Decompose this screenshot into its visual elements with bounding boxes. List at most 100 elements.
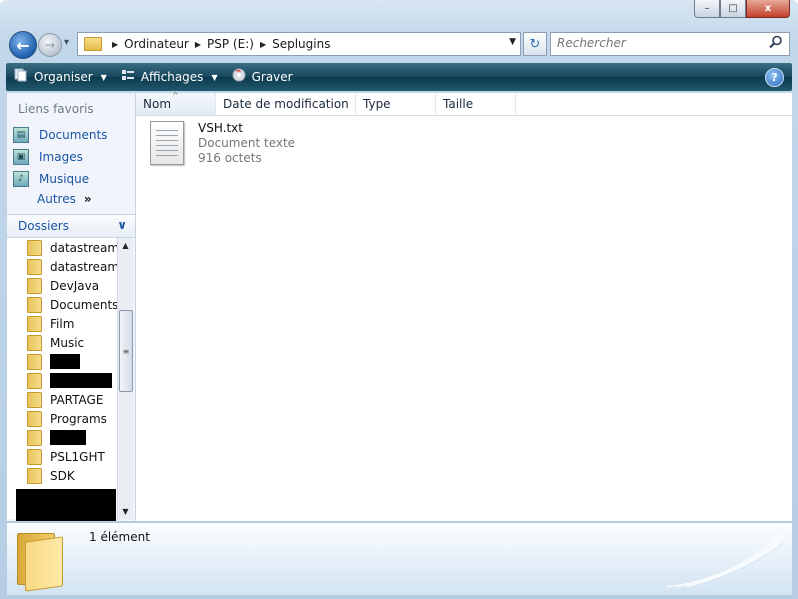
breadcrumb-arrow-icon[interactable]: ▶ <box>195 40 201 49</box>
caption-buttons: – □ x <box>694 0 790 18</box>
folder-tree-item[interactable]: Documents <box>27 295 117 314</box>
folder-icon <box>27 448 42 465</box>
address-bar[interactable]: ▶ Ordinateur ▶ PSP (E:) ▶ Seplugins ▼ <box>77 32 521 56</box>
column-header-name[interactable]: ^ Nom <box>136 91 216 115</box>
folder-tree: datastream2 datastream3 DevJava Documents Fi… <box>7 238 117 519</box>
organize-icon <box>14 68 28 86</box>
redacted-label <box>50 373 112 388</box>
breadcrumb-psp-drive[interactable]: PSP (E:) <box>207 37 254 51</box>
folders-header[interactable]: Dossiers ∨ <box>7 214 135 238</box>
favorite-label: Documents <box>39 128 108 142</box>
folder-icon <box>27 467 42 484</box>
item-count: 1 élément <box>89 530 150 544</box>
help-button[interactable]: ? <box>765 68 784 87</box>
folder-label: SDK <box>50 468 75 483</box>
column-label: Nom <box>143 97 172 111</box>
redacted-label <box>50 354 80 369</box>
address-dropdown-icon[interactable]: ▼ <box>509 37 516 47</box>
folder-icon <box>27 258 42 275</box>
file-name: VSH.txt <box>198 121 243 135</box>
folder-icon <box>27 353 42 370</box>
file-item[interactable]: VSH.txt Document texte 916 octets <box>150 121 295 166</box>
recent-pages-chevron-icon[interactable]: ▾ <box>64 37 69 48</box>
column-label: Taille <box>443 97 474 111</box>
folder-label: Film <box>50 316 75 331</box>
column-header-date[interactable]: Date de modification <box>216 93 356 115</box>
documents-icon: ▤ <box>13 127 29 143</box>
folder-tree-item[interactable]: DevJava <box>27 276 99 295</box>
scroll-up-icon[interactable]: ▲ <box>118 238 133 253</box>
search-box[interactable] <box>550 32 790 56</box>
back-button[interactable]: ← <box>9 31 37 59</box>
affichages-menu[interactable]: Affichages ▼ <box>113 63 224 91</box>
redacted-area <box>16 489 116 521</box>
file-list-pane: ^ Nom Date de modification Type Taille V… <box>136 91 792 521</box>
folder-label: Music <box>50 335 85 350</box>
folder-icon <box>27 391 42 408</box>
folder-tree-item[interactable] <box>27 352 80 371</box>
favorite-musique[interactable]: ♪ Musique <box>13 169 89 189</box>
folder-label: Programs <box>50 411 107 426</box>
scroll-down-icon[interactable]: ▼ <box>118 504 133 519</box>
organiser-menu[interactable]: Organiser ▼ <box>6 63 113 91</box>
chevron-down-icon: ▼ <box>211 72 218 82</box>
folder-tree-item[interactable]: PARTAGE <box>27 390 103 409</box>
folders-title: Dossiers <box>18 219 69 233</box>
column-header-type[interactable]: Type <box>356 93 436 115</box>
breadcrumb-seplugins[interactable]: Seplugins <box>272 37 330 51</box>
folder-tree-item[interactable]: datastream2 <box>27 238 117 257</box>
details-pane: 1 élément <box>7 522 792 595</box>
forward-button[interactable]: → <box>38 33 62 57</box>
autres-label: Autres <box>37 192 76 206</box>
command-bar: Organiser ▼ Affichages ▼ Graver ? <box>6 63 792 91</box>
folder-icon <box>27 429 42 446</box>
folder-tree-item[interactable]: SDK <box>27 466 75 485</box>
maximize-button[interactable]: □ <box>720 0 746 18</box>
folder-tree-item[interactable] <box>27 371 112 390</box>
views-icon <box>121 68 135 86</box>
folder-icon <box>27 315 42 332</box>
folder-icon <box>27 410 42 427</box>
favorite-label: Musique <box>39 172 90 186</box>
explorer-window: – □ x ← → ▾ ▶ Ordinateur ▶ PSP (E:) ▶ Se… <box>0 0 798 599</box>
minimize-button[interactable]: – <box>694 0 720 18</box>
organiser-label: Organiser <box>34 70 93 84</box>
breadcrumb-arrow-icon[interactable]: ▶ <box>112 40 118 49</box>
folder-label: Documents <box>50 297 117 312</box>
folder-label: datastream3 <box>50 259 117 274</box>
favorites-more-link[interactable]: Autres » <box>37 192 92 206</box>
folder-tree-item[interactable]: datastream3 <box>27 257 117 276</box>
folder-tree-item[interactable]: Film <box>27 314 74 333</box>
favorites-title: Liens favoris <box>18 102 94 116</box>
favorite-label: Images <box>39 150 83 164</box>
folder-tree-item[interactable]: PSL1GHT <box>27 447 105 466</box>
folder-tree-scrollbar[interactable]: ▲ ≡ ▼ <box>117 238 133 519</box>
folder-label: PSL1GHT <box>50 449 105 464</box>
breadcrumb-ordinateur[interactable]: Ordinateur <box>124 37 189 51</box>
column-header-size[interactable]: Taille <box>436 93 516 115</box>
text-document-icon <box>150 121 184 165</box>
refresh-button[interactable]: ↻ <box>523 32 547 56</box>
folder-tree-item[interactable] <box>27 428 86 447</box>
images-icon: ▣ <box>13 149 29 165</box>
folder-tree-item[interactable]: Programs <box>27 409 107 428</box>
favorite-documents[interactable]: ▤ Documents <box>13 125 107 145</box>
affichages-label: Affichages <box>140 70 204 84</box>
scrollbar-thumb[interactable]: ≡ <box>119 310 133 392</box>
file-meta: VSH.txt Document texte 916 octets <box>198 121 295 166</box>
graver-button[interactable]: Graver <box>224 63 299 91</box>
search-icon[interactable] <box>769 35 783 53</box>
breadcrumb-arrow-icon[interactable]: ▶ <box>260 40 266 49</box>
column-headers: ^ Nom Date de modification Type Taille <box>136 91 792 116</box>
folder-label: DevJava <box>50 278 100 293</box>
music-icon: ♪ <box>13 171 29 187</box>
favorite-images[interactable]: ▣ Images <box>13 147 83 167</box>
search-input[interactable] <box>551 33 757 53</box>
folder-label: datastream2 <box>50 240 117 255</box>
close-button[interactable]: x <box>746 0 790 18</box>
folder-icon <box>27 334 42 351</box>
file-type: Document texte <box>198 136 296 150</box>
folder-tree-item[interactable]: Music <box>27 333 84 352</box>
collapse-chevron-icon[interactable]: ∨ <box>117 218 127 232</box>
chevron-down-icon: ▼ <box>100 72 107 82</box>
